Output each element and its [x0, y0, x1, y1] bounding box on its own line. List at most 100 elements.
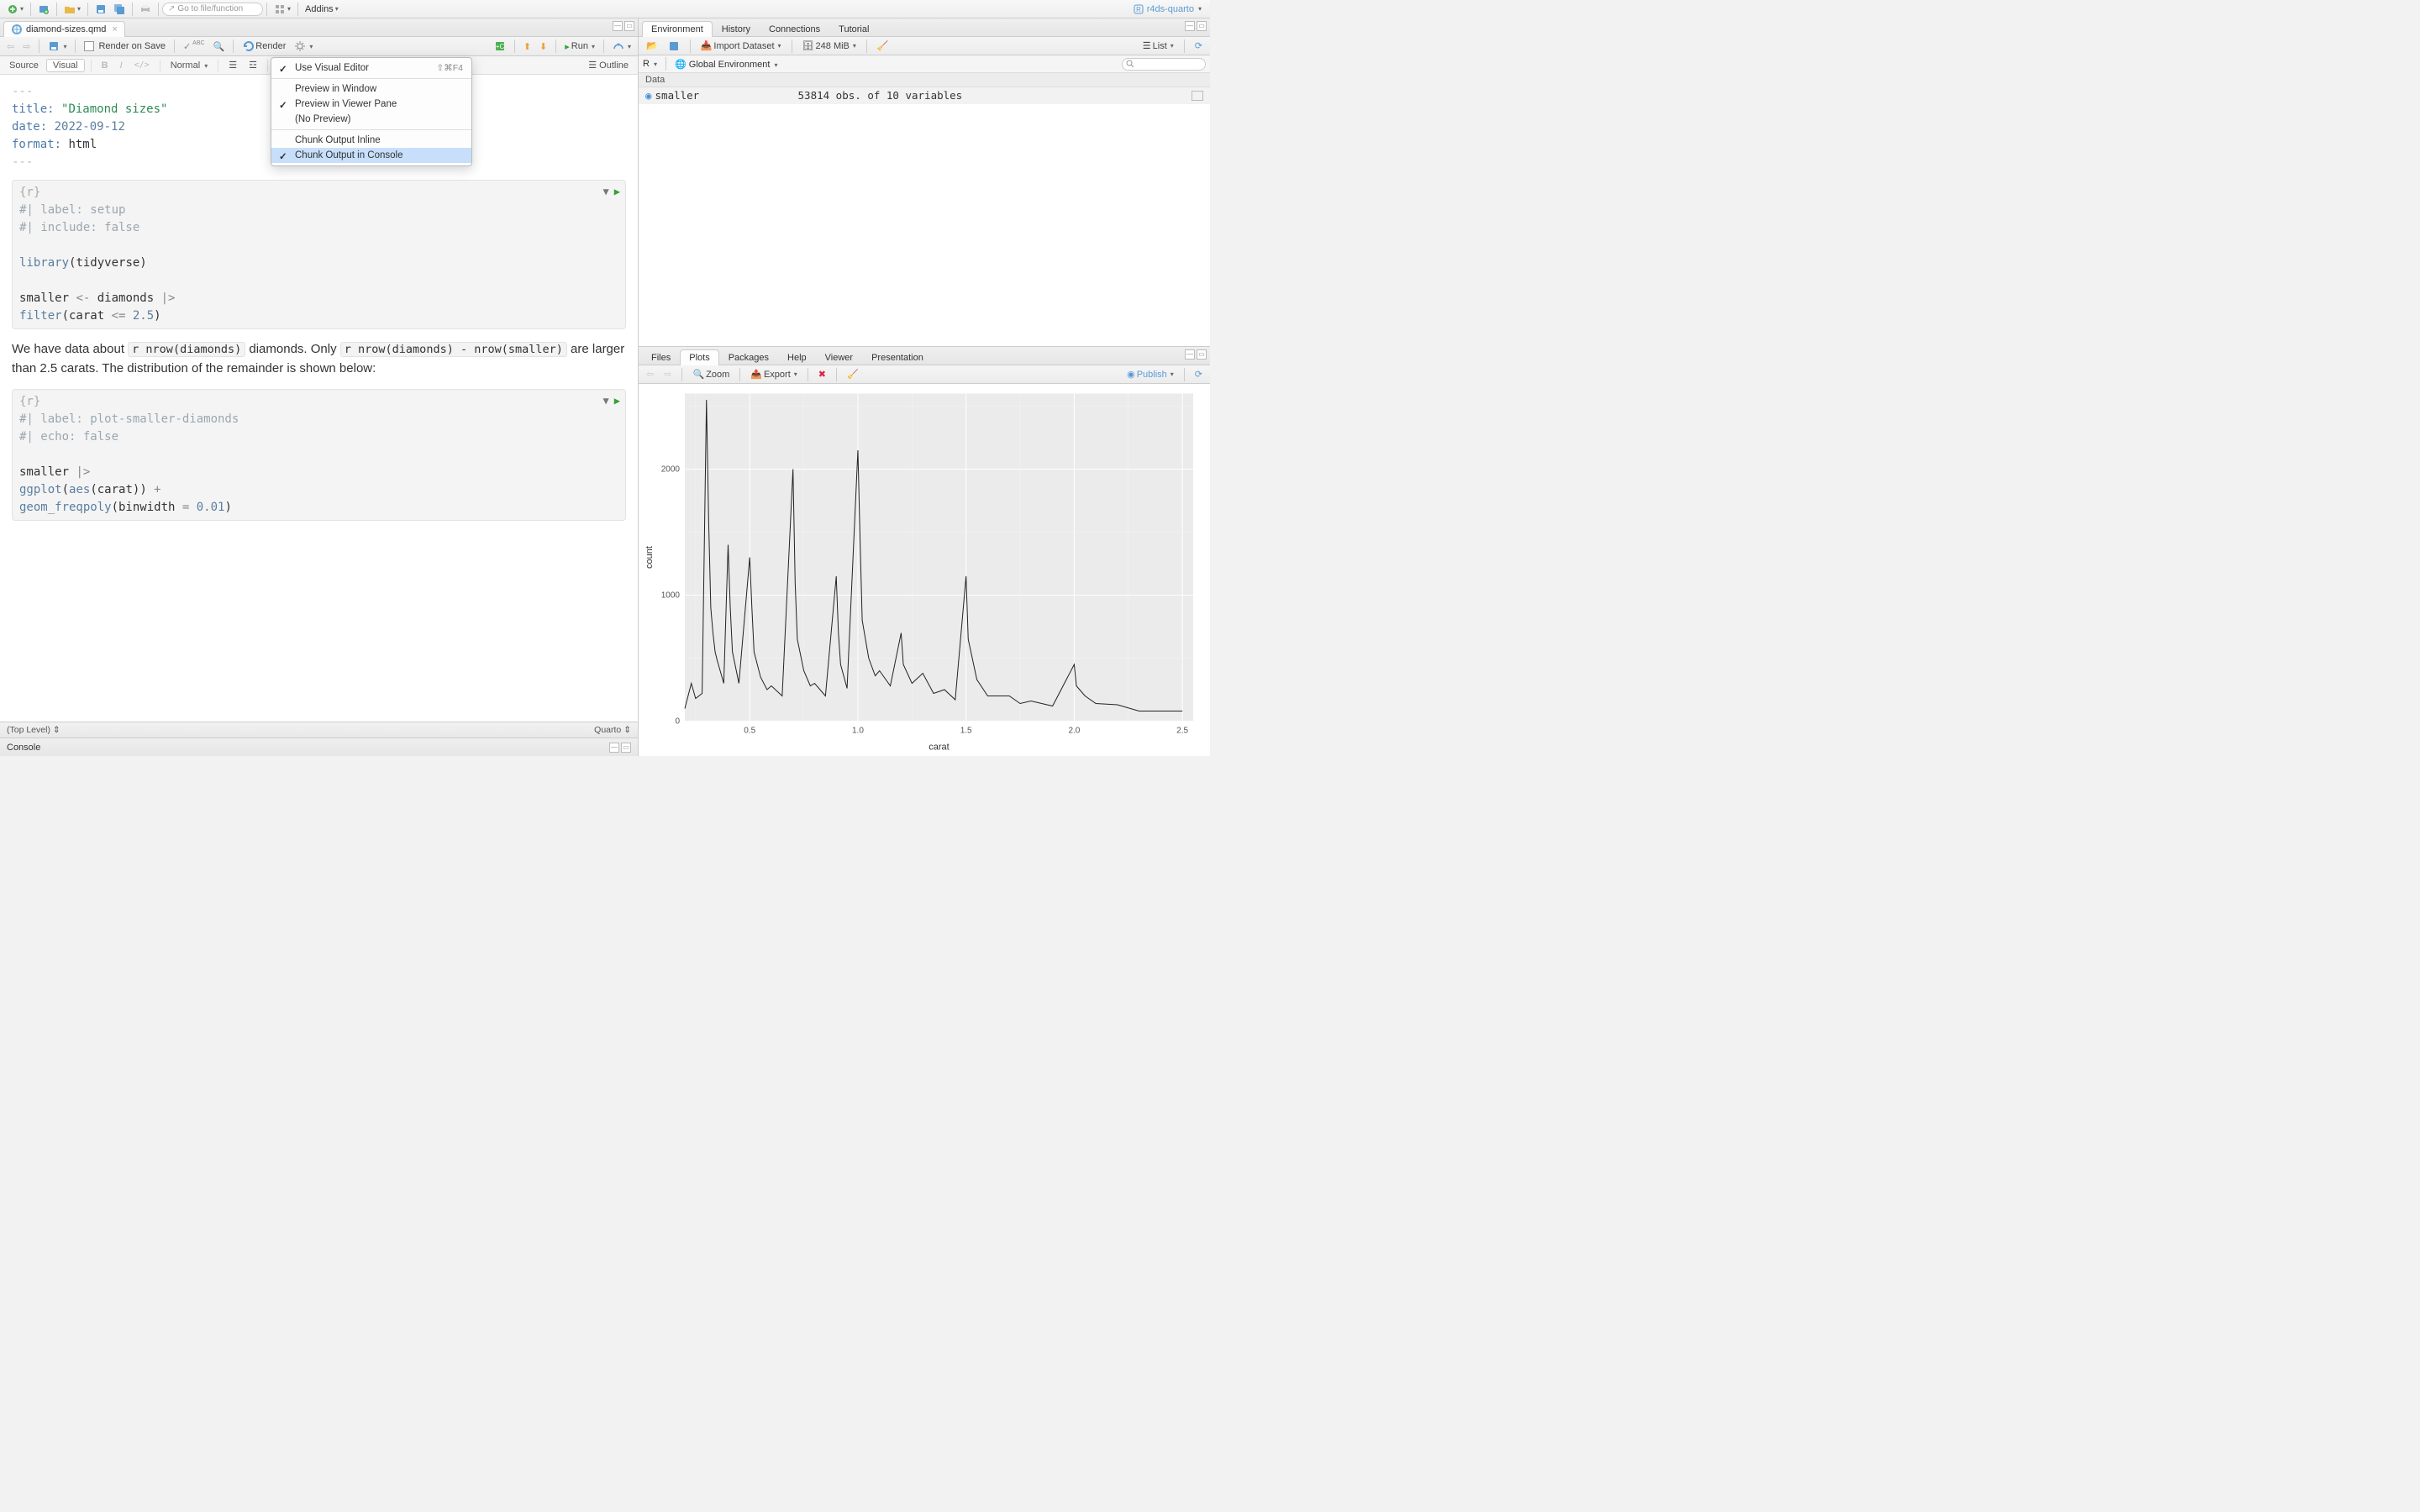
- env-row[interactable]: ◉ smaller 53814 obs. of 10 variables: [639, 87, 1210, 104]
- env-toolbar: 📂 📥 Import Dataset ▾ 🗄 248 MiB ▾ 🧹 ☰ Lis…: [639, 37, 1210, 55]
- language-select[interactable]: R ▾: [643, 59, 657, 69]
- goto-file-input[interactable]: ↗Go to file/function: [162, 3, 263, 16]
- memory-indicator[interactable]: 🗄 248 MiB ▾: [799, 40, 860, 51]
- env-search-input[interactable]: [1122, 58, 1206, 71]
- code-button[interactable]: </>: [130, 60, 154, 70]
- run-above-button[interactable]: ▼: [603, 393, 609, 408]
- file-tab-label: diamond-sizes.qmd: [26, 24, 106, 34]
- italic-button[interactable]: I: [116, 60, 127, 71]
- menu-use-visual-editor[interactable]: Use Visual Editor⇧⌘F4: [271, 60, 471, 76]
- run-menu[interactable]: ▸Run▾: [561, 39, 598, 54]
- back-button[interactable]: ⇦: [3, 39, 18, 54]
- svg-text:2.0: 2.0: [1068, 727, 1080, 736]
- tab-presentation[interactable]: Presentation: [862, 349, 933, 365]
- view-mode-select[interactable]: ☰ List ▾: [1139, 40, 1177, 51]
- tab-environment[interactable]: Environment: [642, 21, 713, 37]
- render-on-save-toggle[interactable]: Render on Save: [81, 39, 169, 54]
- close-tab-button[interactable]: ×: [112, 24, 117, 34]
- go-next-chunk-button[interactable]: ⬇: [536, 39, 550, 54]
- svg-text:carat: carat: [929, 743, 949, 753]
- tab-tutorial[interactable]: Tutorial: [829, 21, 878, 37]
- menu-preview-window[interactable]: Preview in Window: [271, 81, 471, 97]
- minimize-pane-button[interactable]: —: [613, 21, 623, 31]
- code-chunk-setup: ▼ ▶ {r} #| label: setup #| include: fals…: [12, 180, 626, 329]
- save-doc-button[interactable]: ▾: [45, 39, 70, 54]
- visual-mode-button[interactable]: Visual: [46, 59, 85, 72]
- view-data-button[interactable]: [1192, 91, 1203, 101]
- run-chunk-button[interactable]: ▶: [614, 184, 620, 199]
- save-all-button[interactable]: [110, 0, 129, 18]
- refresh-env-button[interactable]: ⟳: [1192, 40, 1206, 51]
- publish-plot-button[interactable]: ◉ Publish ▾: [1123, 369, 1177, 380]
- new-project-button[interactable]: [34, 0, 53, 18]
- tab-help[interactable]: Help: [778, 349, 816, 365]
- tab-connections[interactable]: Connections: [760, 21, 829, 37]
- forward-button[interactable]: ⇨: [19, 39, 34, 54]
- bold-button[interactable]: B: [97, 60, 113, 71]
- publish-options-button[interactable]: ▾: [609, 39, 634, 54]
- export-button[interactable]: 📤 Export ▾: [747, 369, 801, 380]
- gear-icon: [294, 40, 306, 52]
- svg-text:1.0: 1.0: [852, 727, 864, 736]
- numbered-list-button[interactable]: ☲: [245, 60, 261, 71]
- open-file-button[interactable]: ▾: [60, 0, 84, 18]
- run-chunk-button[interactable]: ▶: [614, 393, 620, 408]
- menu-no-preview[interactable]: (No Preview): [271, 112, 471, 127]
- tab-packages[interactable]: Packages: [719, 349, 778, 365]
- clear-plots-button[interactable]: 🧹: [844, 369, 862, 380]
- print-button[interactable]: [136, 0, 155, 18]
- render-button[interactable]: Render: [239, 39, 289, 54]
- render-options-button[interactable]: ▾: [291, 39, 316, 54]
- save-button[interactable]: [92, 0, 110, 18]
- plots-toolbar: ⇦ ⇨ 🔍 Zoom 📤 Export ▾ ✖ 🧹 ◉ Publish ▾ ⟳: [639, 365, 1210, 384]
- console-tab[interactable]: Console: [7, 743, 40, 753]
- editor-body[interactable]: --- title: "Diamond sizes" date: 2022-09…: [0, 75, 638, 722]
- source-mode-button[interactable]: Source: [5, 60, 43, 71]
- editor-status-bar: (Top Level) ⇕ Quarto ⇕: [0, 722, 638, 738]
- minimize-plots-button[interactable]: —: [1185, 349, 1195, 360]
- spellcheck-button[interactable]: ✓ABC: [180, 39, 208, 54]
- find-button[interactable]: 🔍: [210, 39, 229, 54]
- remove-plot-button[interactable]: ✖: [815, 369, 829, 380]
- tab-plots[interactable]: Plots: [680, 349, 718, 365]
- zoom-button[interactable]: 🔍 Zoom: [689, 369, 733, 380]
- bullet-list-button[interactable]: ☰: [224, 60, 241, 71]
- import-dataset-button[interactable]: 📥 Import Dataset ▾: [697, 40, 785, 51]
- next-plot-button[interactable]: ⇨: [660, 369, 675, 380]
- tab-viewer[interactable]: Viewer: [816, 349, 862, 365]
- load-workspace-button[interactable]: 📂: [643, 40, 661, 51]
- maximize-console-button[interactable]: ▭: [621, 743, 631, 753]
- expand-icon[interactable]: ◉: [645, 89, 652, 102]
- minimize-env-button[interactable]: —: [1185, 21, 1195, 31]
- insert-chunk-button[interactable]: +C: [491, 39, 509, 54]
- tab-files[interactable]: Files: [642, 349, 680, 365]
- console-tab-bar: Console — ▭: [0, 738, 638, 756]
- go-prev-chunk-button[interactable]: ⬆: [520, 39, 534, 54]
- outline-button[interactable]: ☰ Outline: [584, 60, 633, 71]
- clear-workspace-button[interactable]: 🧹: [874, 40, 892, 51]
- refresh-plot-button[interactable]: ⟳: [1192, 369, 1206, 380]
- menu-chunk-console[interactable]: Chunk Output in Console: [271, 148, 471, 163]
- maximize-env-button[interactable]: ▭: [1197, 21, 1207, 31]
- prev-plot-button[interactable]: ⇦: [643, 369, 657, 380]
- file-type-selector[interactable]: Quarto ⇕: [594, 725, 631, 735]
- render-options-popup: Use Visual Editor⇧⌘F4 Preview in Window …: [271, 57, 472, 166]
- tab-history[interactable]: History: [713, 21, 760, 37]
- editor-toolbar: ⇦ ⇨ ▾ Render on Save ✓ABC 🔍 Render ▾ +C …: [0, 37, 638, 56]
- style-select[interactable]: Normal ▾: [166, 60, 213, 71]
- maximize-pane-button[interactable]: ▭: [624, 21, 634, 31]
- project-selector[interactable]: Rr4ds-quarto▾: [1128, 3, 1207, 15]
- minimize-console-button[interactable]: —: [609, 743, 619, 753]
- grid-button[interactable]: ▾: [271, 0, 294, 18]
- maximize-plots-button[interactable]: ▭: [1197, 349, 1207, 360]
- menu-chunk-inline[interactable]: Chunk Output Inline: [271, 133, 471, 148]
- env-sub-bar: R ▾ 🌐 Global Environment ▾: [639, 55, 1210, 73]
- scope-select[interactable]: 🌐 Global Environment ▾: [675, 59, 777, 70]
- menu-preview-viewer[interactable]: Preview in Viewer Pane: [271, 97, 471, 112]
- new-file-button[interactable]: ▾: [3, 0, 27, 18]
- scope-selector[interactable]: (Top Level) ⇕: [7, 725, 60, 735]
- run-above-button[interactable]: ▼: [603, 184, 609, 199]
- file-tab[interactable]: diamond-sizes.qmd ×: [3, 21, 125, 37]
- save-workspace-button[interactable]: [665, 40, 683, 52]
- addins-menu[interactable]: Addins▾: [302, 0, 342, 18]
